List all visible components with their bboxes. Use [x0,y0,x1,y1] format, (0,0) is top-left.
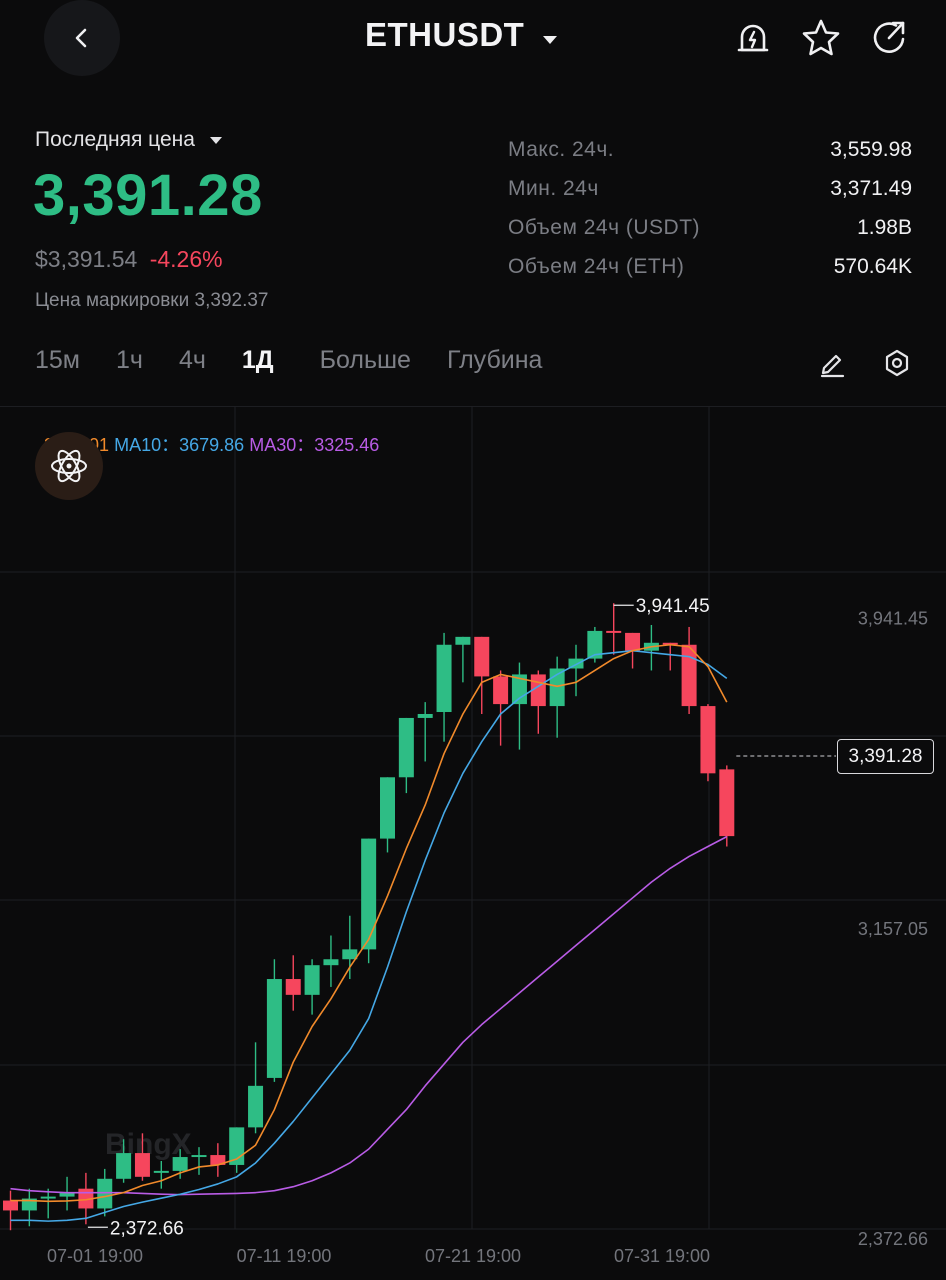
candle-body[interactable] [342,949,358,960]
candle-body[interactable] [97,1178,113,1209]
candle-body[interactable] [285,979,301,995]
trading-screen: ETHUSDT Последняя цена 3,391.28 $3,391.5… [0,0,946,1280]
stat-value: 1.98B [857,215,912,239]
stat-label: Макс. 24ч. [508,137,615,161]
current-price-tag[interactable]: 3,391.28 [837,739,934,774]
candle-body[interactable] [3,1200,18,1211]
stats-panel: Макс. 24ч. 3,559.98 Мин. 24ч 3,371.49 Об… [508,130,912,286]
x-axis-label: 07-01 19:00 [47,1246,143,1266]
stat-label: Объем 24ч (ETH) [508,254,685,278]
pair-selector[interactable]: ETHUSDT [365,16,558,54]
x-axis-label: 07-21 19:00 [425,1246,521,1266]
candle-body[interactable] [361,838,377,950]
share-icon[interactable] [870,18,910,58]
mark-price-value: 3,392.37 [194,290,269,311]
tab-15m[interactable]: 15м [35,346,80,375]
candle-body[interactable] [116,1153,132,1179]
y-axis-label: 3,941.45 [858,608,928,628]
ma10-label: MA10： [114,435,180,455]
atom-ai-icon [51,449,87,483]
candle-body[interactable] [40,1196,56,1199]
mark-price-label: Цена маркировки [35,290,190,311]
usd-price-line: $3,391.54 -4.26% [35,246,223,273]
high-marker-label: 3,941.45 [636,596,710,617]
candle-body[interactable] [436,644,452,713]
candle-body[interactable] [172,1157,188,1171]
interval-tabs: 15м 1ч 4ч 1Д Больше Глубина [35,346,578,375]
mark-price-line: Цена маркировки 3,392.37 [35,290,269,312]
pencil-draw-icon[interactable] [815,346,849,380]
candle-body[interactable] [719,769,735,837]
candle-body[interactable] [153,1170,169,1173]
y-axis-label: 3,157.05 [858,919,928,939]
stat-volume-usdt: Объем 24ч (USDT) 1.98B [508,208,912,247]
stat-label: Объем 24ч (USDT) [508,215,701,239]
low-marker-label: 2,372.66 [110,1218,184,1239]
candle-body[interactable] [606,630,622,633]
candle-body[interactable] [474,636,490,677]
atom-ai-button[interactable] [35,432,103,500]
chevron-left-icon [75,28,87,48]
tab-4h[interactable]: 4ч [179,346,206,375]
candle-body[interactable] [417,713,433,718]
caret-down-icon [209,128,223,152]
ma10-value: 3679.86 [179,435,245,455]
stat-low-24h: Мин. 24ч 3,371.49 [508,169,912,208]
last-price-selector[interactable]: Последняя цена [35,128,223,152]
pair-name: ETHUSDT [365,16,525,53]
candle-body[interactable] [681,644,697,707]
candle-body[interactable] [266,979,282,1078]
last-price-value: 3,391.28 [33,163,263,228]
stat-volume-eth: Объем 24ч (ETH) 570.64K [508,247,912,286]
candle-body[interactable] [323,959,339,966]
tab-more[interactable]: Больше [320,346,411,375]
stat-value: 3,371.49 [830,176,912,200]
last-price-label: Последняя цена [35,128,195,151]
x-axis-label: 07-31 19:00 [614,1246,710,1266]
tab-1h[interactable]: 1ч [116,346,143,375]
stat-high-24h: Макс. 24ч. 3,559.98 [508,130,912,169]
candle-body[interactable] [304,965,320,995]
back-button[interactable] [44,0,120,76]
candle-body[interactable] [248,1085,264,1128]
candle-body[interactable] [625,632,641,651]
candle-body[interactable] [700,706,716,774]
ma30-value: 3325.46 [314,435,380,455]
ma30-label: MA30： [249,435,315,455]
price-change-percent: -4.26% [149,246,223,272]
tab-1d[interactable]: 1Д [242,346,274,375]
caret-down-icon [542,16,558,54]
stat-value: 3,559.98 [830,137,912,161]
star-icon[interactable] [801,18,841,58]
x-axis-label: 07-11 19:00 [237,1246,332,1266]
candle-body[interactable] [191,1155,207,1158]
stat-label: Мин. 24ч [508,176,599,200]
stat-value: 570.64K [833,254,912,278]
candlestick-chart[interactable]: BingX3,941.453,157.052,372.6607-01 19:00… [0,406,946,1280]
candle-body[interactable] [455,636,471,645]
usd-price: $3,391.54 [35,246,138,272]
settings-hexagon-icon[interactable] [880,346,914,380]
candle-body[interactable] [493,676,509,705]
y-axis-label: 2,372.66 [858,1229,928,1249]
price-alert-bell-icon[interactable] [733,18,773,58]
candle-body[interactable] [380,777,395,839]
candle-body[interactable] [398,717,414,778]
candle-body[interactable] [134,1153,150,1177]
tab-depth[interactable]: Глубина [447,346,543,375]
